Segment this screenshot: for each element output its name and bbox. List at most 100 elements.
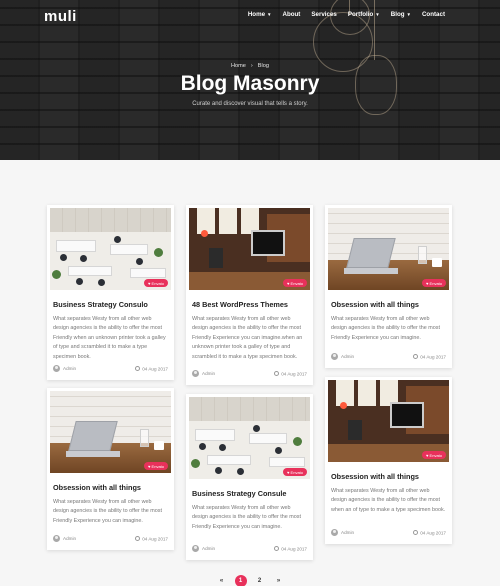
hero-banner: muli Home ▼ About Services Portfolio ▼ Blo… — [0, 0, 500, 160]
nav-label: Services — [311, 11, 337, 18]
badge-label: Envato — [151, 463, 164, 469]
clock-icon — [135, 535, 141, 541]
blog-card[interactable]: ♥Envato Business Strategy Consulo What s… — [47, 205, 174, 380]
nav-item-home[interactable]: Home ▼ — [248, 11, 272, 18]
post-title[interactable]: Business Strategy Consulo — [53, 300, 168, 309]
post-author[interactable]: Admin — [202, 371, 215, 376]
post-thumbnail[interactable]: ♥Envato — [328, 380, 449, 462]
nav-item-about[interactable]: About — [283, 11, 301, 18]
nav-label: About — [282, 11, 301, 18]
category-badge[interactable]: ♥Envato — [422, 451, 446, 459]
nav-item-portfolio[interactable]: Portfolio ▼ — [348, 11, 380, 18]
user-avatar-icon — [331, 529, 338, 536]
main-nav: Home ▼ About Services Portfolio ▼ Blog ▼ Co… — [248, 11, 445, 18]
pagination-prev[interactable]: « — [216, 575, 228, 586]
badge-label: Envato — [290, 469, 303, 475]
heart-icon: ♥ — [287, 280, 290, 286]
post-author[interactable]: Admin — [341, 354, 354, 359]
post-excerpt: What separates Westy from all other web … — [192, 505, 301, 530]
post-excerpt: What separates Westy from all other web … — [331, 316, 440, 341]
post-title[interactable]: Obsession with all things — [331, 300, 446, 309]
post-meta: Admin 04 Aug 2017 — [53, 535, 168, 542]
blog-card[interactable]: ♥Envato 48 Best WordPress Themes What se… — [186, 205, 313, 385]
badge-label: Envato — [429, 280, 442, 286]
category-badge[interactable]: ♥Envato — [283, 279, 307, 287]
post-date: 04 Aug 2017 — [142, 366, 168, 372]
post-thumbnail[interactable]: ♥Envato — [50, 391, 171, 473]
blog-card[interactable]: ♥Envato Obsession with all things What s… — [47, 388, 174, 550]
pagination: « 1 2 » — [0, 575, 500, 586]
pagination-next[interactable]: » — [273, 575, 285, 586]
user-avatar-icon — [192, 545, 199, 552]
chevron-down-icon: ▼ — [406, 12, 411, 17]
category-badge[interactable]: ♥Envato — [422, 279, 446, 287]
heart-icon: ♥ — [426, 452, 429, 458]
post-author[interactable]: Admin — [63, 366, 76, 371]
clock-icon — [274, 370, 280, 376]
nav-label: Portfolio — [347, 11, 374, 18]
post-meta: Admin 04 Aug 2017 — [53, 365, 168, 372]
badge-label: Envato — [429, 452, 442, 458]
post-date: 04 Aug 2017 — [281, 546, 307, 552]
nav-item-contact[interactable]: Contact — [422, 11, 445, 18]
chevron-down-icon: ▼ — [375, 12, 380, 17]
user-avatar-icon — [331, 353, 338, 360]
post-excerpt: What separates Westy from all other web … — [192, 316, 303, 360]
nav-label: Home — [247, 11, 266, 18]
post-date: 04 Aug 2017 — [420, 530, 446, 536]
post-excerpt: What separates Westy from all other web … — [53, 316, 166, 360]
post-thumbnail[interactable]: ♥Envato — [328, 208, 449, 290]
user-avatar-icon — [192, 370, 199, 377]
category-badge[interactable]: ♥Envato — [283, 468, 307, 476]
post-date: 04 Aug 2017 — [142, 536, 168, 542]
post-author[interactable]: Admin — [63, 536, 76, 541]
site-logo[interactable]: muli — [44, 8, 77, 25]
page-subtitle: Curate and discover visual that tells a … — [192, 101, 308, 107]
clock-icon — [413, 529, 419, 535]
user-avatar-icon — [53, 535, 60, 542]
post-thumbnail[interactable]: ♥Envato — [50, 208, 171, 290]
heart-icon: ♥ — [148, 463, 151, 469]
post-title[interactable]: 48 Best WordPress Themes — [192, 300, 307, 309]
post-author[interactable]: Admin — [341, 530, 354, 535]
pagination-page-2[interactable]: 2 — [254, 575, 266, 586]
blog-card[interactable]: ♥Envato Business Strategy Consule What s… — [186, 394, 313, 560]
nav-item-services[interactable]: Services — [311, 11, 336, 18]
breadcrumb-home-link[interactable]: Home — [231, 63, 246, 69]
nav-label: Contact — [421, 11, 445, 18]
badge-label: Envato — [151, 280, 164, 286]
badge-label: Envato — [290, 280, 303, 286]
blog-card[interactable]: ♥Envato Obsession with all things What s… — [325, 377, 452, 544]
pagination-page-1[interactable]: 1 — [234, 575, 247, 586]
post-excerpt: What separates Westy from all other web … — [53, 499, 162, 524]
page-title: Blog Masonry — [180, 72, 320, 95]
user-avatar-icon — [53, 365, 60, 372]
breadcrumb: Home › Blog — [0, 63, 500, 69]
post-excerpt: What separates Westy from all other web … — [331, 488, 446, 513]
post-author[interactable]: Admin — [202, 546, 215, 551]
nav-label: Blog — [390, 11, 405, 18]
post-title[interactable]: Business Strategy Consule — [192, 489, 307, 498]
post-title[interactable]: Obsession with all things — [331, 472, 446, 481]
post-thumbnail[interactable]: ♥Envato — [189, 208, 310, 290]
clock-icon — [135, 365, 141, 371]
nav-item-blog[interactable]: Blog ▼ — [391, 11, 411, 18]
post-title[interactable]: Obsession with all things — [53, 483, 168, 492]
post-thumbnail[interactable]: ♥Envato — [189, 397, 310, 479]
heart-icon: ♥ — [287, 469, 290, 475]
category-badge[interactable]: ♥Envato — [144, 462, 168, 470]
clock-icon — [274, 545, 280, 551]
post-meta: Admin 04 Aug 2017 — [192, 370, 307, 377]
category-badge[interactable]: ♥Envato — [144, 279, 168, 287]
post-meta: Admin 04 Aug 2017 — [192, 545, 307, 552]
post-meta: Admin 04 Aug 2017 — [331, 353, 446, 360]
blog-card[interactable]: ♥Envato Obsession with all things What s… — [325, 205, 452, 368]
post-date: 04 Aug 2017 — [420, 354, 446, 360]
post-meta: Admin 04 Aug 2017 — [331, 529, 446, 536]
chevron-down-icon: ▼ — [267, 12, 272, 17]
heart-icon: ♥ — [426, 280, 429, 286]
clock-icon — [413, 353, 419, 359]
heart-icon: ♥ — [148, 280, 151, 286]
lamp-cord — [374, 0, 375, 60]
chevron-right-icon: › — [250, 63, 253, 69]
